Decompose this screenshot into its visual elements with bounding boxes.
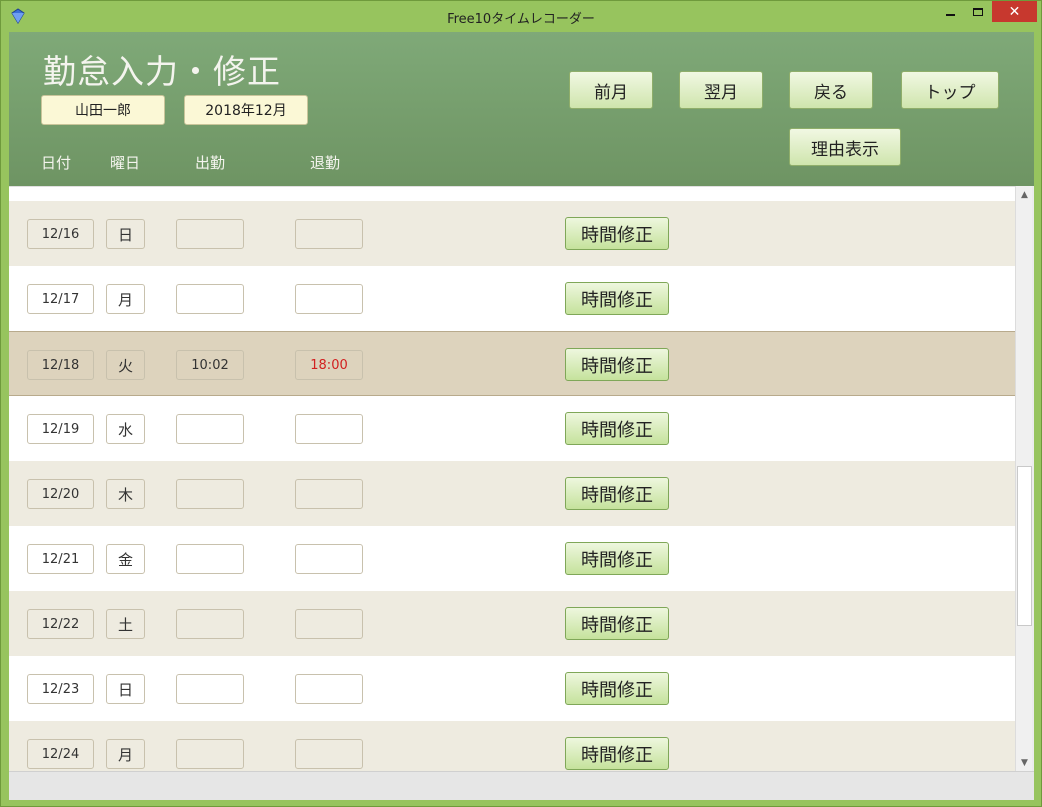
- column-header-weekday: 曜日: [110, 154, 141, 172]
- back-button[interactable]: 戻る: [789, 71, 873, 109]
- clock-out-field[interactable]: [295, 219, 363, 249]
- time-fix-button[interactable]: 時間修正: [565, 348, 669, 381]
- close-icon: ✕: [1008, 3, 1021, 20]
- column-header-clock-out: 退勤: [310, 154, 341, 172]
- weekday-cell: 金: [106, 544, 145, 574]
- prev-month-button[interactable]: 前月: [569, 71, 653, 109]
- month-box: 2018年12月: [184, 95, 308, 125]
- user-name-box: 山田一郎: [41, 95, 165, 125]
- weekday-cell: 水: [106, 414, 145, 444]
- weekday-cell: 火: [106, 350, 145, 380]
- clock-in-field[interactable]: [176, 219, 244, 249]
- date-cell: 12/21: [27, 544, 94, 574]
- status-strip: [9, 771, 1034, 800]
- minimize-button[interactable]: [936, 1, 964, 22]
- clock-in-field[interactable]: 10:02: [176, 350, 244, 380]
- scroll-thumb[interactable]: [1017, 466, 1032, 626]
- clock-in-field[interactable]: [176, 609, 244, 639]
- top-button[interactable]: トップ: [901, 71, 999, 109]
- chevron-up-icon[interactable]: ▲: [1016, 186, 1033, 203]
- show-reason-button[interactable]: 理由表示: [789, 128, 901, 166]
- weekday-cell: 土: [106, 609, 145, 639]
- table-row[interactable]: 12/20 木 時間修正: [9, 461, 1015, 526]
- weekday-cell: 日: [106, 219, 145, 249]
- vertical-scrollbar[interactable]: ▲ ▼: [1015, 186, 1032, 771]
- table-row[interactable]: 12/17 月 時間修正: [9, 266, 1015, 331]
- time-fix-button[interactable]: 時間修正: [565, 672, 669, 705]
- date-cell: 12/16: [27, 219, 94, 249]
- clock-in-field[interactable]: [176, 674, 244, 704]
- table-row[interactable]: 12/24 月 時間修正: [9, 721, 1015, 771]
- time-fix-button[interactable]: 時間修正: [565, 737, 669, 770]
- table-row[interactable]: 12/18 火 10:02 18:00 時間修正: [9, 331, 1015, 396]
- column-header-date: 日付: [41, 154, 72, 172]
- weekday-cell: 月: [106, 284, 145, 314]
- time-fix-button[interactable]: 時間修正: [565, 477, 669, 510]
- next-month-button[interactable]: 翌月: [679, 71, 763, 109]
- clock-out-field[interactable]: [295, 414, 363, 444]
- clock-in-field[interactable]: [176, 414, 244, 444]
- weekday-cell: 木: [106, 479, 145, 509]
- time-fix-button[interactable]: 時間修正: [565, 607, 669, 640]
- weekday-cell: 月: [106, 739, 145, 769]
- clock-out-field[interactable]: [295, 609, 363, 639]
- clock-out-field[interactable]: 18:00: [295, 350, 363, 380]
- table-row[interactable]: 12/21 金 時間修正: [9, 526, 1015, 591]
- close-button[interactable]: ✕: [992, 1, 1037, 22]
- app-window: Free10タイムレコーダー ✕ 勤怠入力・修正 山田一郎 2018年12月 前…: [0, 0, 1042, 807]
- table-row[interactable]: 12/16 日 時間修正: [9, 201, 1015, 266]
- date-cell: 12/23: [27, 674, 94, 704]
- date-cell: 12/22: [27, 609, 94, 639]
- clock-in-field[interactable]: [176, 739, 244, 769]
- table-row[interactable]: 12/23 日 時間修正: [9, 656, 1015, 721]
- title-bar[interactable]: Free10タイムレコーダー ✕: [1, 1, 1041, 33]
- time-fix-button[interactable]: 時間修正: [565, 542, 669, 575]
- date-cell: 12/18: [27, 350, 94, 380]
- client-area: 勤怠入力・修正 山田一郎 2018年12月 前月 翌月 戻る トップ 理由表示 …: [9, 32, 1034, 800]
- time-fix-button[interactable]: 時間修正: [565, 282, 669, 315]
- list-top-gap: [9, 186, 1015, 201]
- clock-out-field[interactable]: [295, 674, 363, 704]
- window-title: Free10タイムレコーダー: [447, 12, 595, 27]
- date-cell: 12/17: [27, 284, 94, 314]
- weekday-cell: 日: [106, 674, 145, 704]
- column-header-clock-in: 出勤: [195, 154, 226, 172]
- page-title: 勤怠入力・修正: [43, 52, 281, 91]
- date-cell: 12/20: [27, 479, 94, 509]
- clock-out-field[interactable]: [295, 544, 363, 574]
- table-row[interactable]: 12/19 水 時間修正: [9, 396, 1015, 461]
- maximize-icon: [973, 7, 983, 16]
- clock-out-field[interactable]: [295, 284, 363, 314]
- date-cell: 12/24: [27, 739, 94, 769]
- maximize-button[interactable]: [964, 1, 992, 22]
- clock-out-field[interactable]: [295, 479, 363, 509]
- time-fix-button[interactable]: 時間修正: [565, 217, 669, 250]
- minimize-icon: [945, 13, 955, 16]
- clock-in-field[interactable]: [176, 544, 244, 574]
- time-fix-button[interactable]: 時間修正: [565, 412, 669, 445]
- chevron-down-icon[interactable]: ▼: [1016, 754, 1033, 771]
- header-panel: 勤怠入力・修正 山田一郎 2018年12月 前月 翌月 戻る トップ 理由表示 …: [9, 32, 1034, 186]
- table-row[interactable]: 12/22 土 時間修正: [9, 591, 1015, 656]
- attendance-list: 12/16 日時間修正 12/17 月時間修正 12/18 火 10:02 18:00 時間修正…: [9, 186, 1015, 771]
- date-cell: 12/19: [27, 414, 94, 444]
- clock-in-field[interactable]: [176, 284, 244, 314]
- clock-in-field[interactable]: [176, 479, 244, 509]
- clock-out-field[interactable]: [295, 739, 363, 769]
